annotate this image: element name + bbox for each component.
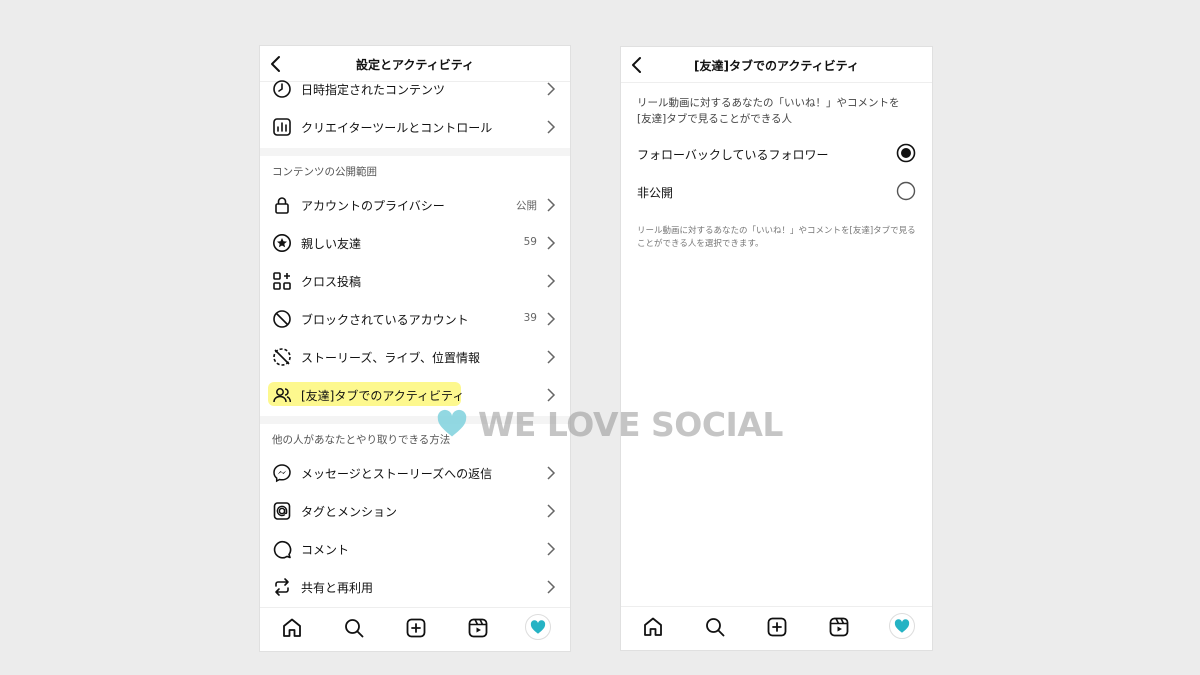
item-label: ストーリーズ、ライブ、位置情報	[301, 351, 481, 365]
watermark: WE LOVE SOCIAL	[434, 404, 783, 444]
option-followers-you-follow-back[interactable]: フォローバックしているフォロワー	[621, 135, 932, 173]
radio-selected-icon[interactable]	[896, 143, 916, 163]
search-icon[interactable]	[703, 615, 727, 639]
setting-description: リール動画に対するあなたの「いいね！」やコメントを[友達]タブで見ることができる…	[637, 97, 900, 125]
item-label: 日時指定されたコンテンツ	[301, 83, 446, 97]
item-label: ブロックされているアカウント	[301, 313, 469, 327]
chevron-right-icon	[547, 504, 556, 518]
star-circle-icon	[273, 234, 291, 252]
lock-icon	[275, 197, 289, 214]
item-label: タグとメンション	[301, 505, 398, 519]
bar-chart-icon	[273, 118, 291, 136]
item-label: メッセージとストーリーズへの返信	[301, 467, 493, 481]
item-count: 39	[523, 312, 537, 324]
chevron-right-icon	[547, 542, 556, 556]
section-header-interactions: 他の人があなたとやり取りできる方法	[272, 434, 451, 446]
chevron-right-icon	[547, 580, 556, 594]
bottom-tab-bar	[260, 607, 570, 651]
option-private[interactable]: 非公開	[621, 173, 932, 211]
watermark-heart-icon	[437, 409, 467, 437]
reels-icon[interactable]	[827, 615, 851, 639]
block-icon	[273, 310, 291, 328]
chevron-right-icon	[547, 388, 556, 402]
bottom-tab-bar	[621, 606, 932, 650]
home-icon[interactable]	[641, 615, 665, 639]
chevron-right-icon	[547, 350, 556, 364]
settings-item-stories-live-location[interactable]: ストーリーズ、ライブ、位置情報	[260, 338, 570, 376]
settings-item-close-friends[interactable]: 親しい友達 59	[260, 224, 570, 262]
settings-item-account-privacy[interactable]: アカウントのプライバシー 公開	[260, 186, 570, 224]
chevron-right-icon	[547, 312, 556, 326]
settings-item-creator-tools[interactable]: クリエイターツールとコントロール	[260, 108, 570, 146]
friends-tab-activity-screen: [友達]タブでのアクティビティ リール動画に対するあなたの「いいね！」やコメント…	[620, 46, 933, 651]
settings-item-comments[interactable]: コメント	[260, 530, 570, 568]
item-status: 公開	[516, 200, 537, 212]
option-label: 非公開	[637, 186, 674, 200]
item-label: クロス投稿	[301, 275, 362, 289]
item-label: クリエイターツールとコントロール	[301, 121, 493, 135]
comment-icon	[273, 540, 292, 559]
settings-item-scheduled-content[interactable]: 日時指定されたコンテンツ	[260, 70, 570, 108]
chevron-right-icon	[547, 198, 556, 212]
section-header-visibility: コンテンツの公開範囲	[272, 166, 377, 178]
chevron-right-icon	[547, 274, 556, 288]
story-off-icon	[273, 348, 291, 366]
item-label: コメント	[301, 543, 350, 557]
at-icon	[273, 502, 291, 520]
page-title: [友達]タブでのアクティビティ	[694, 59, 859, 73]
create-post-icon[interactable]	[765, 615, 789, 639]
settings-item-sharing-remix[interactable]: 共有と再利用	[260, 568, 570, 606]
watermark-text: WE LOVE SOCIAL	[478, 405, 783, 444]
heart-icon	[530, 620, 545, 634]
item-count: 59	[523, 236, 537, 248]
settings-item-cross-posting[interactable]: クロス投稿	[260, 262, 570, 300]
setting-note: リール動画に対するあなたの「いいね！」やコメントを[友達]タブで見ることができる…	[637, 226, 916, 249]
item-label: アカウントのプライバシー	[301, 199, 445, 213]
clock-icon	[273, 80, 291, 98]
radio-unselected-icon[interactable]	[896, 181, 916, 201]
reels-icon[interactable]	[466, 616, 490, 640]
chevron-right-icon	[547, 236, 556, 250]
item-label: [友達]タブでのアクティビティ	[301, 389, 465, 403]
section-divider	[260, 148, 570, 156]
chevron-right-icon	[547, 82, 556, 96]
settings-item-messages-replies[interactable]: メッセージとストーリーズへの返信	[260, 454, 570, 492]
people-icon	[273, 388, 292, 403]
grid-plus-icon	[273, 272, 291, 290]
search-icon[interactable]	[342, 616, 366, 640]
messenger-icon	[273, 464, 291, 483]
home-icon[interactable]	[280, 616, 304, 640]
settings-item-blocked-accounts[interactable]: ブロックされているアカウント 39	[260, 300, 570, 338]
settings-activity-screen: 設定とアクティビティ 日時指定されたコンテンツ クリエイターツールとコントロール…	[259, 45, 571, 652]
option-label: フォローバックしているフォロワー	[637, 148, 829, 162]
heart-icon	[894, 619, 909, 633]
repost-icon	[275, 578, 289, 596]
settings-item-tags-mentions[interactable]: タグとメンション	[260, 492, 570, 530]
chevron-right-icon	[547, 120, 556, 134]
create-post-icon[interactable]	[404, 616, 428, 640]
item-label: 共有と再利用	[301, 581, 374, 595]
profile-avatar[interactable]	[889, 613, 915, 639]
chevron-right-icon	[547, 466, 556, 480]
header: [友達]タブでのアクティビティ	[621, 47, 932, 83]
profile-avatar[interactable]	[525, 614, 551, 640]
item-label: 親しい友達	[301, 237, 362, 251]
